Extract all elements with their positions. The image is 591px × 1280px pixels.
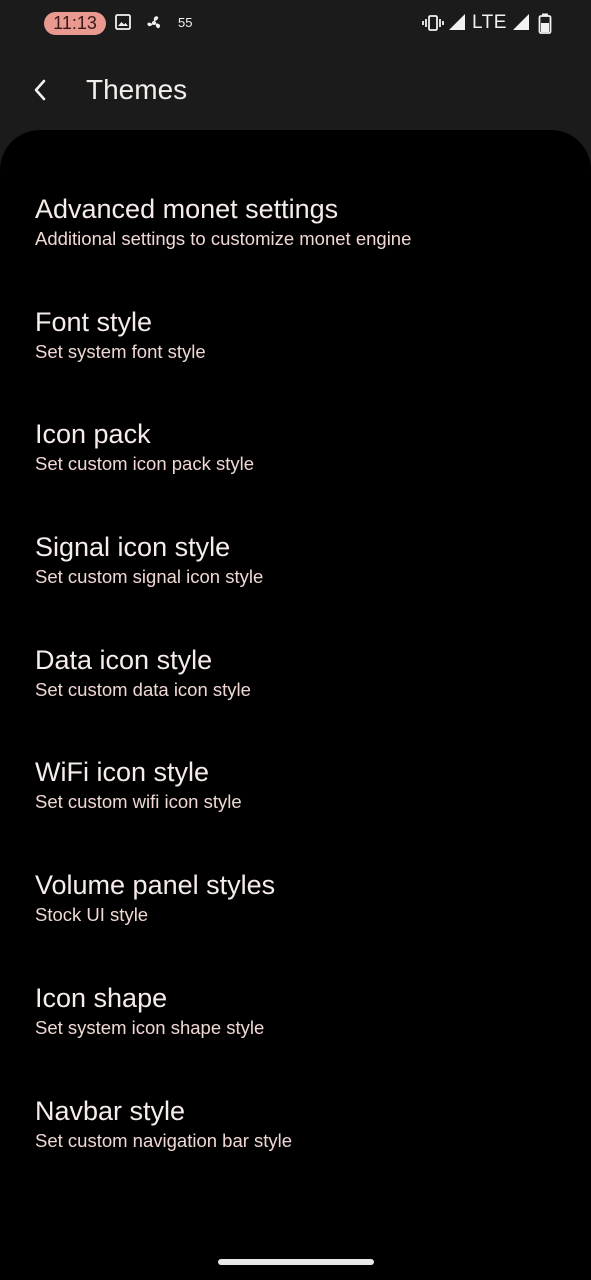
setting-summary: Set system font style [35,340,206,362]
setting-summary: Set custom wifi icon style [35,791,242,813]
settings-content[interactable]: Advanced monet settings Additional setti… [0,130,591,1280]
gesture-nav-handle[interactable] [218,1259,374,1265]
setting-title: Navbar style [35,1095,186,1126]
back-button[interactable] [22,72,58,108]
setting-title: Volume panel styles [35,870,276,901]
setting-navbar-style[interactable]: Navbar style Set custom navigation bar s… [0,1094,591,1207]
status-bar: 11:13 55 LTE [0,0,591,48]
setting-summary: Set custom navigation bar style [35,1129,293,1151]
setting-title: Advanced monet settings [35,194,339,224]
setting-title: Signal icon style [35,532,231,563]
app-bar: Themes [0,48,591,132]
setting-title: WiFi icon style [35,757,210,788]
setting-title: Icon shape [35,982,168,1013]
setting-data-icon-style[interactable]: Data icon style Set custom data icon sty… [0,643,591,756]
setting-title: Font style [35,306,153,337]
page-title: Themes [86,74,188,105]
setting-wifi-icon-style[interactable]: WiFi icon style Set custom wifi icon sty… [0,755,591,868]
wind-fan-icon [147,16,160,29]
settings-list: Advanced monet settings Additional setti… [0,192,591,1206]
setting-volume-panel-styles[interactable]: Volume panel styles Stock UI style [0,868,591,981]
battery-icon [538,13,552,34]
vibrate-icon [422,15,444,31]
setting-title: Icon pack [35,419,151,450]
setting-icon-pack[interactable]: Icon pack Set custom icon pack style [0,417,591,530]
setting-signal-icon-style[interactable]: Signal icon style Set custom signal icon… [0,530,591,643]
setting-summary: Set system icon shape style [35,1016,265,1038]
network-type: LTE [472,12,507,33]
setting-icon-shape[interactable]: Icon shape Set system icon shape style [0,981,591,1094]
setting-summary: Additional settings to customize monet e… [35,228,412,249]
notification-count: 55 [178,15,193,30]
setting-font-style[interactable]: Font style Set system font style [0,305,591,418]
setting-title: Data icon style [35,644,213,675]
image-icon [115,14,131,30]
chevron-left-icon [34,79,46,101]
status-time[interactable]: 11:13 [44,12,106,35]
setting-summary: Set custom icon pack style [35,453,255,475]
setting-advanced-monet[interactable]: Advanced monet settings Additional setti… [0,192,591,305]
lte-signal-icon [513,14,529,30]
setting-summary: Set custom signal icon style [35,566,264,588]
setting-summary: Stock UI style [35,904,149,926]
signal-icon [449,14,465,30]
setting-summary: Set custom data icon style [35,678,251,700]
